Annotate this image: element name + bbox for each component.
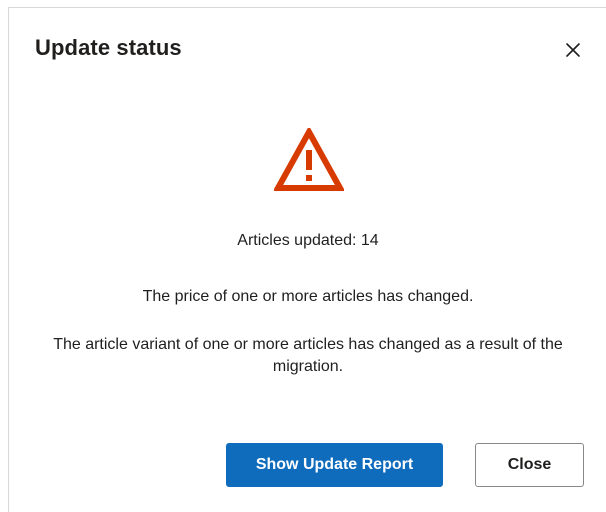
show-update-report-button[interactable]: Show Update Report bbox=[226, 443, 443, 487]
dialog-title: Update status bbox=[35, 35, 182, 60]
warning-icon bbox=[272, 125, 346, 192]
close-button[interactable]: Close bbox=[475, 443, 584, 487]
variant-changed-text: The article variant of one or more artic… bbox=[53, 336, 563, 375]
articles-updated-text: Articles updated: 14 bbox=[237, 232, 379, 249]
close-icon[interactable] bbox=[561, 38, 585, 62]
price-changed-text: The price of one or more articles has ch… bbox=[142, 288, 474, 305]
update-status-dialog: Update status Articles updated: 14 The p… bbox=[8, 7, 606, 512]
close-icon-glyph bbox=[566, 43, 580, 57]
